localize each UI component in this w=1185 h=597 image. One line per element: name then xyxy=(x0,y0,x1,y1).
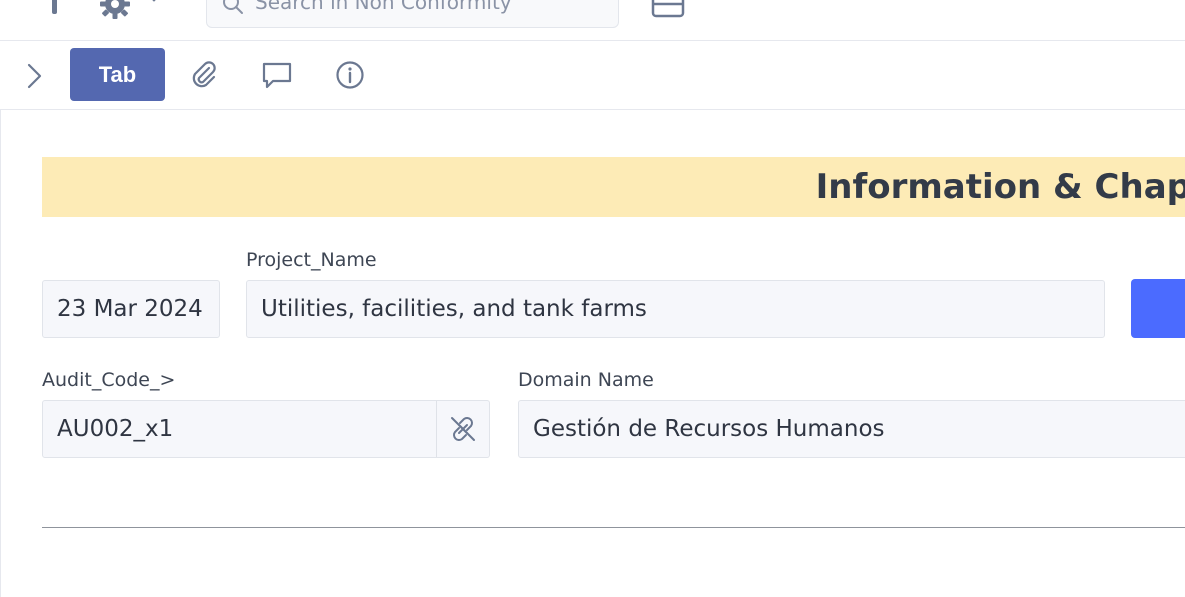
search-input[interactable]: Search in Non Conformity xyxy=(206,0,619,28)
tab-button[interactable]: Tab xyxy=(70,48,165,101)
info-icon[interactable] xyxy=(335,60,365,90)
audit-code-field[interactable]: AU002_x1 xyxy=(42,400,438,458)
domain-name-field[interactable]: Gestión de Recursos Humanos xyxy=(518,400,1185,458)
primary-action-button[interactable] xyxy=(1131,279,1185,338)
domain-name-label: Domain Name xyxy=(518,369,654,391)
paperclip-icon[interactable] xyxy=(189,60,219,90)
comment-icon[interactable] xyxy=(262,60,292,90)
project-name-label: Project_Name xyxy=(246,249,377,271)
chevron-down-icon[interactable] xyxy=(146,0,162,4)
left-border xyxy=(0,110,1,597)
section-divider xyxy=(42,527,1185,528)
top-navbar: Search in Non Conformity xyxy=(0,0,1185,41)
toolbar: Tab xyxy=(0,41,1185,110)
search-placeholder: Search in Non Conformity xyxy=(255,0,512,14)
chevron-right-icon[interactable] xyxy=(26,63,44,89)
menu-icon[interactable] xyxy=(52,0,57,14)
date-field[interactable]: 23 Mar 2024 xyxy=(42,280,220,338)
section-title: Information & Chap xyxy=(815,167,1185,207)
project-name-field[interactable]: Utilities, facilities, and tank farms xyxy=(246,280,1105,338)
audit-code-label: Audit_Code_> xyxy=(42,369,176,391)
unlink-icon xyxy=(451,417,475,441)
layout-icon[interactable] xyxy=(650,0,686,18)
search-icon xyxy=(223,0,243,14)
section-banner: Information & Chap xyxy=(42,157,1185,217)
unlink-button[interactable] xyxy=(436,400,490,458)
settings-gear-icon[interactable] xyxy=(99,0,131,20)
